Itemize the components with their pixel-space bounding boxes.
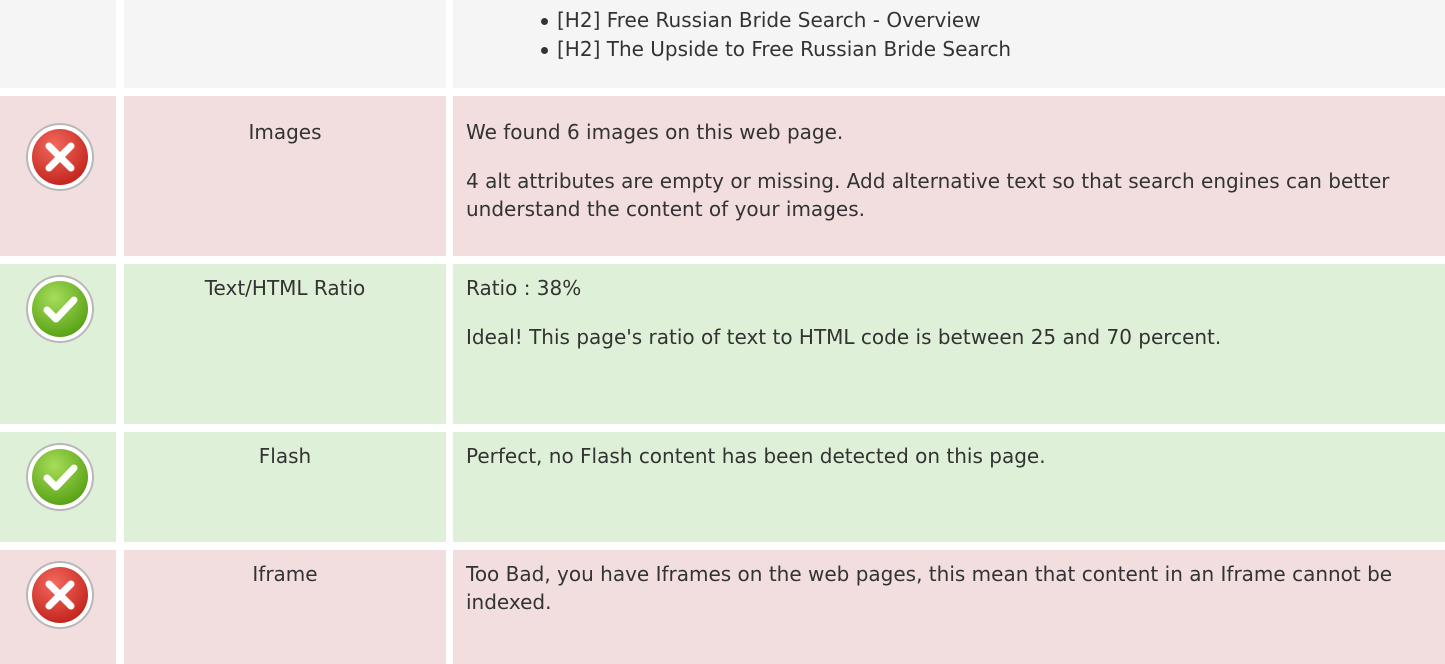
check-paragraph: 4 alt attributes are empty or missing. A… [466,169,1390,221]
check-body-cell: Perfect, no Flash content has been detec… [453,432,1445,542]
check-row-images: Images We found 6 images on this web pag… [0,96,1445,256]
status-icon-cell [0,550,116,664]
headings-body-cell: [H2] Free Russian Bride Search - Overvie… [453,0,1445,88]
cross-icon [23,120,97,194]
check-paragraph: Too Bad, you have Iframes on the web pag… [466,562,1393,614]
status-icon-cell [0,96,116,256]
check-row-text-html-ratio: Text/HTML Ratio Ratio : 38% Ideal! This … [0,264,1445,424]
check-paragraph: Perfect, no Flash content has been detec… [466,444,1046,468]
check-row-flash: Flash Perfect, no Flash content has been… [0,432,1445,542]
check-body-cell: Too Bad, you have Iframes on the web pag… [453,550,1445,664]
check-row-iframe: Iframe Too Bad, you have Iframes on the … [0,550,1445,664]
check-name: Text/HTML Ratio [204,276,366,300]
status-icon-cell [0,264,116,424]
check-name-cell: Text/HTML Ratio [124,264,446,424]
check-paragraph: Ratio : 38% [466,276,582,300]
check-paragraph: Ideal! This page's ratio of text to HTML… [466,325,1222,349]
cross-icon [23,558,97,632]
check-description: Ratio : 38% Ideal! This page's ratio of … [466,274,1425,351]
check-icon [23,440,97,514]
check-description: Perfect, no Flash content has been detec… [466,442,1425,470]
check-body-cell: Ratio : 38% Ideal! This page's ratio of … [453,264,1445,424]
check-description: We found 6 images on this web page. 4 al… [466,118,1425,223]
check-icon [23,272,97,346]
heading-list-item: [H2] The Upside to Free Russian Bride Se… [539,35,1011,64]
check-name: Images [248,120,322,144]
headings-name-cell [124,0,446,88]
heading-list-item: [H2] Free Russian Bride Search - Overvie… [539,6,1011,35]
check-name-cell: Iframe [124,550,446,664]
check-body-cell: We found 6 images on this web page. 4 al… [453,96,1445,256]
headings-list: [H2] Free Russian Bride Search - Overvie… [539,6,1011,64]
status-icon-cell [0,432,116,542]
headings-row: [H2] Free Russian Bride Search - Overvie… [0,0,1445,88]
check-name: Iframe [252,562,318,586]
check-name-cell: Flash [124,432,446,542]
check-name-cell: Images [124,96,446,256]
check-name: Flash [258,444,312,468]
check-description: Too Bad, you have Iframes on the web pag… [466,560,1425,616]
headings-icon-cell [0,0,116,88]
check-paragraph: We found 6 images on this web page. [466,120,844,144]
